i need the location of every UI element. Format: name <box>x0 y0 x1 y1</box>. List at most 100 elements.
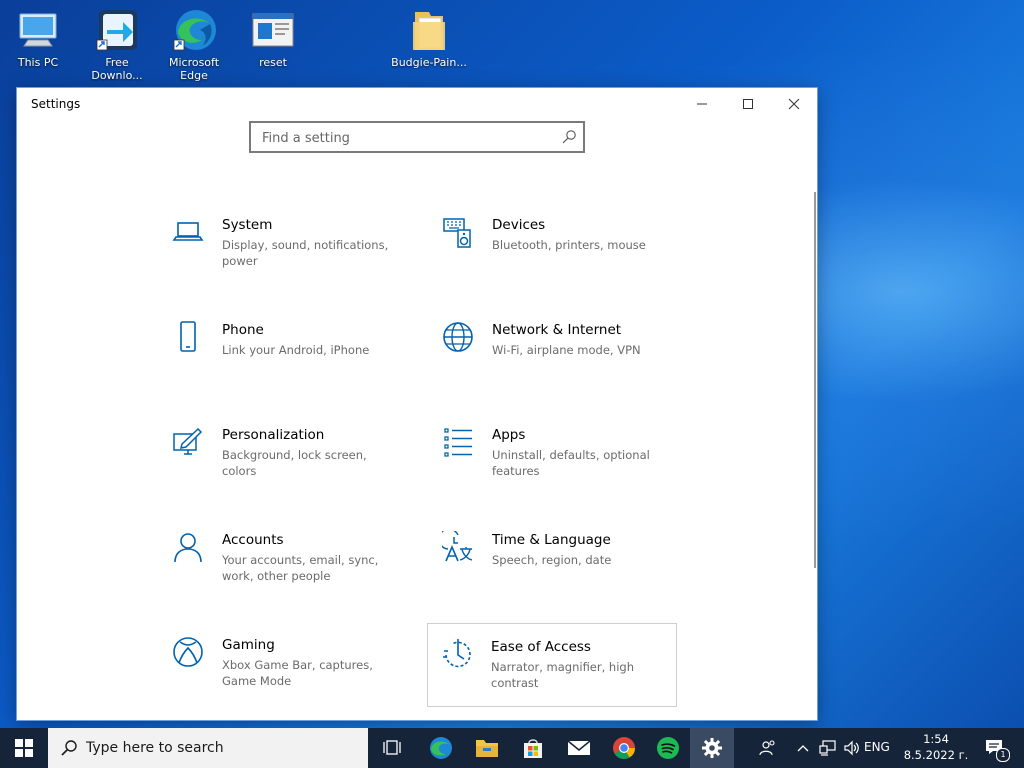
tile-title: System <box>222 217 273 233</box>
tray-volume[interactable] <box>840 728 864 768</box>
minimize-button[interactable] <box>679 88 725 120</box>
tile-personalization[interactable]: Personalization Background, lock screen,… <box>160 426 410 510</box>
task-view-button[interactable] <box>370 728 414 768</box>
desktop-icon-this-pc[interactable]: This PC <box>0 6 76 69</box>
tile-devices[interactable]: Devices Bluetooth, printers, mouse <box>430 216 680 300</box>
apps-list-icon <box>444 428 472 457</box>
tile-description: Link your Android, iPhone <box>222 343 370 357</box>
tile-title: Network & Internet <box>492 322 622 338</box>
tile-phone[interactable]: Phone Link your Android, iPhone <box>160 321 410 405</box>
tray-people[interactable] <box>754 728 782 768</box>
person-icon <box>174 533 202 563</box>
tile-gaming[interactable]: Gaming Xbox Game Bar, captures, Game Mod… <box>160 636 410 720</box>
tray-clock[interactable]: 1:54 8.5.2022 г. <box>896 731 976 763</box>
tile-title: Personalization <box>222 427 325 443</box>
desktop-icon-edge[interactable]: Microsoft Edge <box>156 6 232 82</box>
window-title: Settings <box>31 97 81 111</box>
close-button[interactable] <box>771 88 817 120</box>
tile-system[interactable]: System Display, sound, notifications, po… <box>160 216 410 300</box>
taskbar-spotify[interactable] <box>646 728 690 768</box>
tile-title: Time & Language <box>492 532 611 548</box>
taskbar-settings[interactable] <box>690 728 734 768</box>
notification-count-badge: 1 <box>996 748 1010 762</box>
settings-window: Settings System Display, sound, notifica… <box>17 88 817 720</box>
tile-description: Speech, region, date <box>492 553 612 567</box>
maximize-button[interactable] <box>725 88 771 120</box>
clock-date: 8.5.2022 г. <box>903 748 969 762</box>
tray-show-hidden[interactable] <box>792 728 814 768</box>
tile-title: Apps <box>492 427 526 443</box>
scrollbar[interactable] <box>814 192 816 568</box>
desktop-icon-label: reset <box>259 56 287 69</box>
tile-description: Xbox Game Bar, captures, Game Mode <box>222 658 373 688</box>
tile-title: Accounts <box>222 532 284 548</box>
globe-icon <box>443 322 473 352</box>
taskbar-file-explorer[interactable] <box>464 728 510 768</box>
chevron-up-icon <box>797 745 809 752</box>
desktop-icon-label: This PC <box>17 56 59 69</box>
edge-icon <box>430 737 452 759</box>
search-input[interactable] <box>260 123 554 153</box>
clock-time: 1:54 <box>923 732 949 746</box>
tile-description: Bluetooth, printers, mouse <box>492 238 646 252</box>
tile-description: Uninstall, defaults, optional features <box>492 448 650 478</box>
tray-language[interactable]: ENG <box>864 740 890 754</box>
taskbar-store[interactable] <box>510 728 556 768</box>
desktop-icon-label: Edge <box>180 69 208 82</box>
close-icon <box>788 98 800 110</box>
network-icon <box>819 740 836 756</box>
folder-icon <box>476 740 498 757</box>
tile-time-language[interactable]: Time & Language Speech, region, date <box>430 531 680 615</box>
mail-icon <box>567 740 591 755</box>
phone-icon <box>180 321 196 352</box>
tray-notifications[interactable]: 1 <box>980 728 1010 768</box>
taskbar-edge[interactable] <box>418 728 464 768</box>
laptop-icon <box>172 222 204 241</box>
taskbar-chrome[interactable] <box>602 728 646 768</box>
desktop-icon-label: Budgie-Pain... <box>391 56 467 69</box>
tile-ease-of-access[interactable]: Ease of Access Narrator, magnifier, high… <box>427 623 677 707</box>
this-pc-icon <box>14 6 62 54</box>
tile-description: Display, sound, notifications, power <box>222 238 389 268</box>
maximize-icon <box>743 99 753 109</box>
desktop-icon-label: Free <box>105 56 129 69</box>
tile-description: Background, lock screen, colors <box>222 448 367 478</box>
taskbar-search-text: Type here to search <box>86 740 224 756</box>
taskbar-search-box[interactable]: Type here to search <box>48 728 368 768</box>
store-bag-icon <box>524 739 542 758</box>
ease-of-access-icon <box>443 639 471 668</box>
edge-icon <box>170 6 218 54</box>
tile-title: Gaming <box>222 637 275 653</box>
folder-icon <box>405 6 453 54</box>
free-download-manager-icon <box>93 6 141 54</box>
desktop-icon-label: Downlo... <box>91 69 143 82</box>
desktop-icon-budgie-folder[interactable]: Budgie-Pain... <box>391 6 467 69</box>
people-icon <box>759 740 775 756</box>
keyboard-speaker-icon <box>443 218 471 248</box>
volume-icon <box>844 740 859 756</box>
desktop-icon-label: Microsoft <box>168 56 220 69</box>
taskbar-mail[interactable] <box>556 728 602 768</box>
tray-network[interactable] <box>816 728 840 768</box>
tile-accounts[interactable]: Accounts Your accounts, email, sync, wor… <box>160 531 410 615</box>
tile-description: Your accounts, email, sync, work, other … <box>222 553 379 583</box>
start-button[interactable] <box>0 728 48 768</box>
taskbar: Type here to search ENG 1:54 8.5.2022 г.… <box>0 728 1024 768</box>
tile-network-internet[interactable]: Network & Internet Wi-Fi, airplane mode,… <box>430 321 680 405</box>
windows-logo-icon <box>15 739 33 757</box>
search-icon <box>562 130 576 144</box>
tile-title: Ease of Access <box>491 639 591 655</box>
paint-pen-icon <box>173 427 203 455</box>
tile-description: Wi-Fi, airplane mode, VPN <box>492 343 641 357</box>
reset-window-icon <box>249 6 297 54</box>
search-icon <box>61 740 77 756</box>
desktop-icon-free-download-manager[interactable]: Free Downlo... <box>79 6 155 82</box>
xbox-icon <box>173 637 203 667</box>
find-setting-box[interactable] <box>249 121 585 153</box>
time-language-icon <box>442 531 473 562</box>
tile-title: Phone <box>222 322 264 338</box>
tile-description: Narrator, magnifier, high contrast <box>491 660 634 690</box>
tile-title: Devices <box>492 217 546 233</box>
desktop-icon-reset[interactable]: reset <box>235 6 311 69</box>
tile-apps[interactable]: Apps Uninstall, defaults, optional featu… <box>430 426 680 510</box>
